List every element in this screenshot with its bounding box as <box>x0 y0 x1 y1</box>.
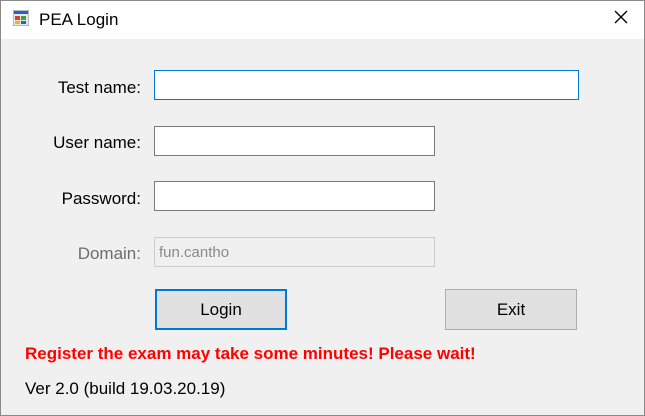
test-name-label: Test name: <box>57 78 141 97</box>
version-label: Ver 2.0 (build 19.03.20.19) <box>25 379 226 398</box>
login-window: PEA Login Test name: User name: Password… <box>0 0 645 416</box>
wait-warning-message: Register the exam may take some minutes!… <box>25 344 476 363</box>
app-icon <box>12 9 30 27</box>
close-button[interactable] <box>598 1 644 37</box>
test-name-input[interactable] <box>154 70 579 100</box>
exit-button-label: Exit <box>496 299 526 319</box>
close-icon <box>613 9 629 30</box>
domain-input <box>154 237 435 267</box>
title-bar[interactable]: PEA Login <box>1 1 644 39</box>
exit-button[interactable]: Exit <box>445 289 577 330</box>
domain-label: Domain: <box>77 244 141 263</box>
login-button[interactable]: Login <box>155 289 287 330</box>
password-input[interactable] <box>154 181 435 211</box>
login-button-label: Login <box>200 299 242 319</box>
window-title: PEA Login <box>39 10 119 29</box>
password-label: Password: <box>61 189 141 208</box>
user-name-input[interactable] <box>154 126 435 156</box>
form-body: Test name: User name: Password: Domain: … <box>1 39 644 415</box>
user-name-label: User name: <box>53 133 141 152</box>
